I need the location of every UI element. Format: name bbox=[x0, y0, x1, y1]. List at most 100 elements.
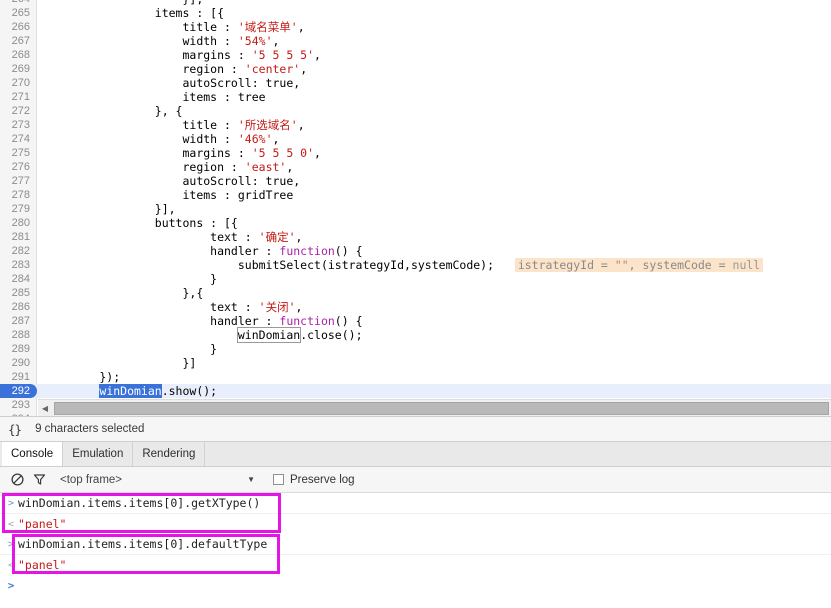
code-line-content[interactable]: } bbox=[44, 272, 217, 286]
code-line-content[interactable]: items : gridTree bbox=[44, 188, 293, 202]
code-line-content[interactable]: text : '关闭', bbox=[44, 300, 302, 314]
line-number[interactable]: 269 bbox=[0, 62, 37, 76]
execution-context-selector[interactable]: <top frame> ▼ bbox=[60, 474, 255, 486]
code-line-content[interactable]: margins : '5 5 5 0', bbox=[44, 146, 321, 160]
line-number[interactable]: 270 bbox=[0, 76, 37, 90]
line-number[interactable]: 278 bbox=[0, 188, 37, 202]
line-number[interactable]: 281 bbox=[0, 230, 37, 244]
line-number[interactable]: 285 bbox=[0, 286, 37, 300]
line-number[interactable]: 265 bbox=[0, 6, 37, 20]
clear-console-icon[interactable] bbox=[6, 469, 28, 491]
code-line-content[interactable]: autoScroll: true, bbox=[44, 174, 300, 188]
drawer-tab-bar[interactable]: Console Emulation Rendering bbox=[0, 442, 831, 467]
code-line-content[interactable]: items : tree bbox=[44, 90, 265, 104]
tab-console[interactable]: Console bbox=[2, 442, 64, 466]
code-line-content[interactable]: winDomian.show(); bbox=[44, 384, 217, 398]
code-line[interactable]: 292 winDomian.show(); bbox=[0, 384, 831, 398]
code-line-content[interactable]: buttons : [{ bbox=[44, 216, 238, 230]
code-line[interactable]: 265 items : [{ bbox=[0, 6, 831, 20]
code-line[interactable]: 291 }); bbox=[0, 370, 831, 384]
code-line-content[interactable]: items : [{ bbox=[44, 6, 224, 20]
code-line-content[interactable]: } bbox=[44, 342, 217, 356]
console-toolbar[interactable]: <top frame> ▼ Preserve log bbox=[0, 467, 831, 493]
line-number[interactable]: 277 bbox=[0, 174, 37, 188]
code-line[interactable]: 270 autoScroll: true, bbox=[0, 76, 831, 90]
line-number[interactable]: 289 bbox=[0, 342, 37, 356]
code-line[interactable]: 277 autoScroll: true, bbox=[0, 174, 831, 188]
line-number[interactable]: 266 bbox=[0, 20, 37, 34]
line-number[interactable]: 267 bbox=[0, 34, 37, 48]
code-line-content[interactable]: winDomian.close(); bbox=[44, 327, 363, 343]
code-line-content[interactable]: title : '所选域名', bbox=[44, 118, 304, 132]
code-line[interactable]: 284 } bbox=[0, 272, 831, 286]
line-number[interactable]: 291 bbox=[0, 370, 37, 384]
line-number[interactable]: 287 bbox=[0, 314, 37, 328]
line-number[interactable]: 276 bbox=[0, 160, 37, 174]
preserve-log-checkbox[interactable] bbox=[273, 474, 284, 485]
code-line-content[interactable]: handler : function() { bbox=[44, 244, 362, 258]
console-message-list[interactable]: > winDomian.items.items[0].getXType() < "pa… bbox=[0, 493, 831, 608]
line-number[interactable]: 290 bbox=[0, 356, 37, 370]
line-number[interactable]: 275 bbox=[0, 146, 37, 160]
code-line-content[interactable]: }, { bbox=[44, 104, 183, 118]
code-line[interactable]: 275 margins : '5 5 5 0', bbox=[0, 146, 831, 160]
console-prompt[interactable]: > bbox=[0, 575, 831, 595]
code-line-content[interactable]: }); bbox=[44, 370, 120, 384]
chevron-down-icon[interactable]: ▼ bbox=[247, 475, 255, 484]
code-line[interactable]: 273 title : '所选域名', bbox=[0, 118, 831, 132]
code-line[interactable]: 280 buttons : [{ bbox=[0, 216, 831, 230]
code-line-content[interactable]: }], bbox=[44, 202, 176, 216]
line-number[interactable]: 272 bbox=[0, 104, 37, 118]
pretty-print-icon[interactable]: {} bbox=[8, 422, 22, 437]
code-line-content[interactable]: submitSelect(istrategyId,systemCode); is… bbox=[44, 258, 764, 272]
line-number[interactable]: 282 bbox=[0, 244, 37, 258]
code-line[interactable]: 281 text : '确定', bbox=[0, 230, 831, 244]
code-line[interactable]: 268 margins : '5 5 5 5', bbox=[0, 48, 831, 62]
filter-icon[interactable] bbox=[28, 469, 50, 491]
scroll-left-arrow-icon[interactable]: ◀ bbox=[38, 400, 52, 416]
code-line[interactable]: 288 winDomian.close(); bbox=[0, 327, 831, 343]
code-line[interactable]: 279 }], bbox=[0, 202, 831, 216]
code-line-content[interactable]: title : '域名菜单', bbox=[44, 20, 304, 34]
line-number[interactable]: 293 bbox=[0, 398, 37, 412]
code-line-content[interactable]: region : 'center', bbox=[44, 62, 307, 76]
line-number[interactable]: 284 bbox=[0, 272, 37, 286]
tab-emulation[interactable]: Emulation bbox=[63, 442, 134, 466]
code-line-content[interactable]: }] bbox=[44, 356, 196, 370]
code-line[interactable]: 276 region : 'east', bbox=[0, 160, 831, 174]
console-output-row[interactable]: < "panel" bbox=[0, 555, 831, 575]
preserve-log-toggle[interactable]: Preserve log bbox=[273, 474, 355, 486]
code-line[interactable]: 285 },{ bbox=[0, 286, 831, 300]
line-number[interactable]: 268 bbox=[0, 48, 37, 62]
source-code-editor[interactable]: 264 }],265 items : [{266 title : '域名菜单',… bbox=[0, 0, 831, 417]
code-line[interactable]: 278 items : gridTree bbox=[0, 188, 831, 202]
line-number[interactable]: 286 bbox=[0, 300, 37, 314]
console-entry[interactable]: > winDomian.items.items[0].defaultType < "p… bbox=[0, 534, 831, 575]
console-output-row[interactable]: < "panel" bbox=[0, 514, 831, 534]
line-number[interactable]: 280 bbox=[0, 216, 37, 230]
code-line-content[interactable]: width : '54%', bbox=[44, 34, 279, 48]
code-line-content[interactable]: handler : function() { bbox=[44, 314, 362, 328]
line-number[interactable]: 274 bbox=[0, 132, 37, 146]
line-number[interactable]: 271 bbox=[0, 90, 37, 104]
code-line[interactable]: 283 submitSelect(istrategyId,systemCode)… bbox=[0, 258, 831, 272]
editor-horizontal-scrollbar[interactable]: ◀ bbox=[38, 399, 831, 416]
code-line-content[interactable]: },{ bbox=[44, 286, 203, 300]
code-line-content[interactable]: width : '46%', bbox=[44, 132, 279, 146]
code-line[interactable]: 290 }] bbox=[0, 356, 831, 370]
code-line[interactable]: 287 handler : function() { bbox=[0, 314, 831, 328]
line-number[interactable]: 294 bbox=[0, 412, 37, 416]
console-input-row[interactable]: > winDomian.items.items[0].defaultType bbox=[0, 534, 831, 555]
code-line-content[interactable]: autoScroll: true, bbox=[44, 76, 300, 90]
console-entry[interactable]: > winDomian.items.items[0].getXType() < "pa… bbox=[0, 493, 831, 534]
line-number[interactable]: 288 bbox=[0, 328, 37, 342]
code-line[interactable]: 274 width : '46%', bbox=[0, 132, 831, 146]
code-line[interactable]: 289 } bbox=[0, 342, 831, 356]
scrollbar-thumb[interactable] bbox=[54, 401, 829, 415]
tab-rendering[interactable]: Rendering bbox=[133, 442, 206, 466]
line-number[interactable]: 273 bbox=[0, 118, 37, 132]
code-line[interactable]: 267 width : '54%', bbox=[0, 34, 831, 48]
editor-scroll-area[interactable]: 264 }],265 items : [{266 title : '域名菜单',… bbox=[0, 0, 831, 416]
code-line[interactable]: 269 region : 'center', bbox=[0, 62, 831, 76]
code-line-content[interactable]: margins : '5 5 5 5', bbox=[44, 48, 321, 62]
